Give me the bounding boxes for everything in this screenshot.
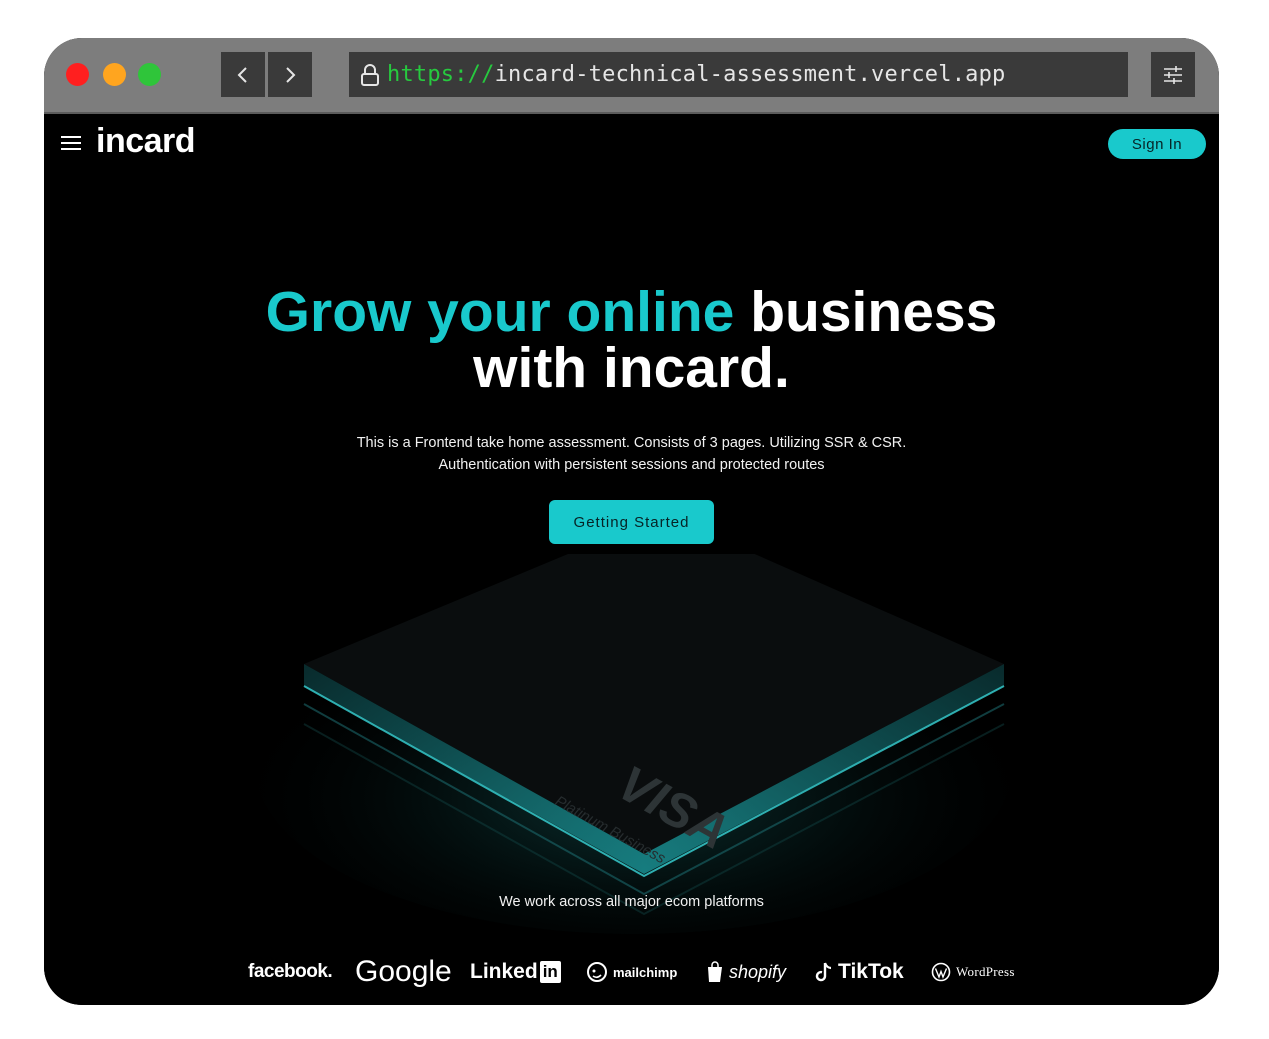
url-host: incard-technical-assessment.vercel.app (494, 62, 1006, 87)
hero-title-rest: business (734, 280, 998, 344)
chevron-right-icon (286, 66, 296, 83)
wordpress-logo: WordPress (931, 952, 1015, 992)
settings-button[interactable] (1151, 52, 1195, 97)
hero-title-accent: Grow your online (265, 280, 735, 344)
tiktok-note-icon (815, 962, 832, 982)
shopify-logo: shopify (706, 952, 786, 992)
tiktok-logo: TikTok (815, 952, 904, 992)
facebook-logo: facebook. (248, 961, 333, 982)
tiktok-logo-text: TikTok (838, 960, 904, 983)
hero-description-line2: Authentication with persistent sessions … (438, 457, 825, 473)
getting-started-button[interactable]: Getting Started (549, 500, 714, 544)
forward-button[interactable] (268, 52, 312, 97)
browser-window: https://incard-technical-assessment.verc… (44, 38, 1219, 1005)
sign-in-button[interactable]: Sign In (1108, 129, 1206, 159)
mailchimp-logo-text: mailchimp (613, 964, 678, 980)
shopify-logo-text: shopify (729, 961, 787, 982)
mailchimp-icon (587, 962, 607, 982)
maximize-window-button[interactable] (138, 63, 161, 86)
google-logo: Google (355, 955, 452, 988)
wordpress-icon (931, 962, 951, 982)
lock-icon (361, 63, 379, 86)
back-button[interactable] (221, 52, 265, 97)
linkedin-logo-text: Linked (470, 960, 538, 983)
browser-toolbar: https://incard-technical-assessment.verc… (44, 38, 1219, 114)
mailchimp-logo: mailchimp (586, 952, 677, 992)
web-page: incard Sign In Grow your online business… (44, 114, 1219, 1005)
visa-card-illustration: VISA Platinum Business (254, 554, 1014, 934)
hero-title: Grow your online business with incard. (44, 284, 1219, 397)
shopify-bag-icon (708, 961, 722, 982)
minimize-window-button[interactable] (103, 63, 126, 86)
chevron-left-icon (237, 66, 247, 83)
url-scheme: https:// (387, 62, 495, 87)
linkedin-in-badge: in (539, 961, 561, 983)
url-text: https://incard-technical-assessment.verc… (387, 62, 1005, 87)
linkedin-logo: Linked in (470, 952, 561, 992)
platforms-label: We work across all major ecom platforms (499, 894, 764, 910)
wordpress-logo-text: WordPress (956, 964, 1015, 979)
hero-title-line2: with incard. (473, 336, 790, 400)
hero-description: This is a Frontend take home assessment.… (44, 432, 1219, 476)
platform-logos: facebook. Google Linked in mailchimp shop… (234, 952, 1034, 992)
sliders-icon (1164, 65, 1182, 84)
address-bar[interactable]: https://incard-technical-assessment.verc… (349, 52, 1128, 97)
close-window-button[interactable] (66, 63, 89, 86)
incard-logo[interactable]: incard (96, 122, 196, 161)
hero-description-line1: This is a Frontend take home assessment.… (356, 435, 907, 451)
hamburger-menu-icon[interactable] (60, 134, 82, 152)
